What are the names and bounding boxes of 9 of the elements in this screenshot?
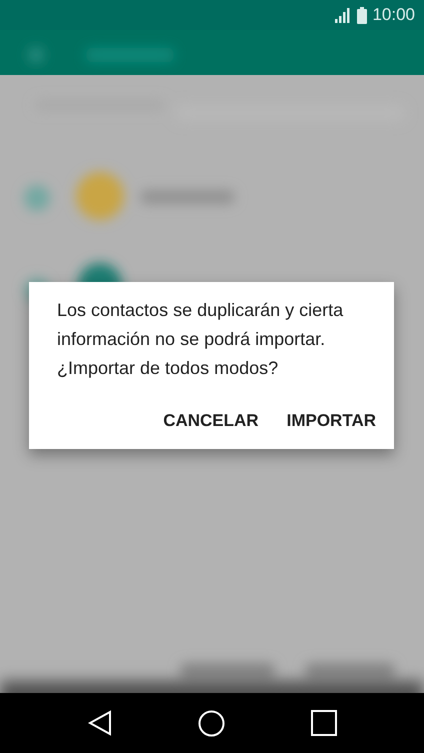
recents-icon[interactable] — [310, 710, 336, 736]
battery-icon — [357, 6, 368, 24]
signal-icon — [335, 7, 352, 23]
dialog-message: Los contactos se duplicarán y cierta información no se podrá importar. ¿Importar de todos modos? — [57, 299, 344, 380]
back-icon[interactable] — [88, 710, 112, 736]
dialog-button[interactable]: IMPORTAR — [276, 403, 386, 439]
clock-time: 10:00 — [372, 5, 415, 25]
dialog-button[interactable]: CANCELAR — [153, 403, 269, 439]
home-icon[interactable] — [198, 710, 224, 736]
